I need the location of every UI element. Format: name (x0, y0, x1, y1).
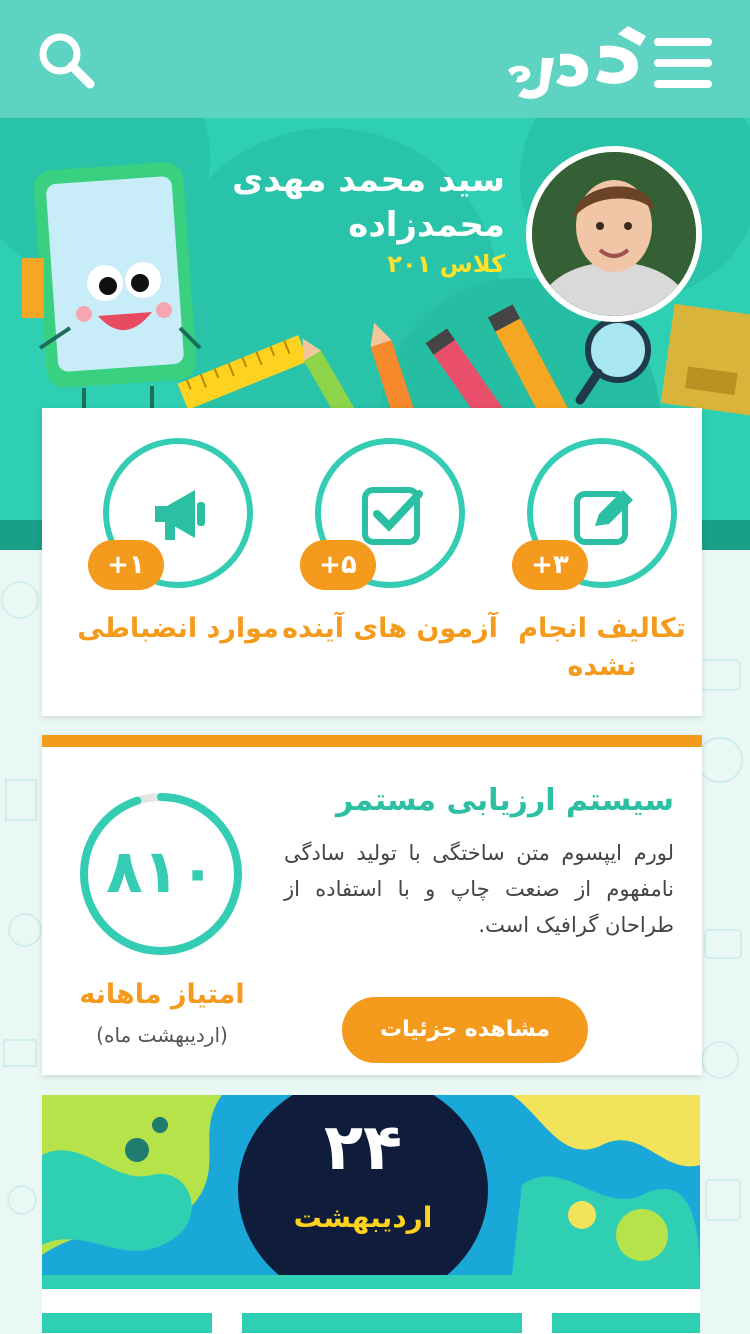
stat-disciplinary[interactable]: +۱ موارد انضباطی (77, 438, 279, 708)
stat-count-badge: +۵ (300, 540, 376, 590)
stat-count-badge: +۱ (88, 540, 164, 590)
stat-label: تکالیف انجام نشده (518, 613, 686, 682)
phone-mascot (22, 162, 202, 418)
stat-homework[interactable]: +۳ تکالیف انجام نشده (502, 438, 702, 708)
evaluation-description: لورم ایپسوم متن ساختگی با تولید سادگی نا… (284, 841, 674, 937)
view-details-button[interactable]: مشاهده جزئیات (342, 997, 588, 1063)
student-avatar[interactable] (526, 146, 702, 322)
evaluation-card: سیستم ارزیابی مستمر لورم ایپسوم متن ساخت… (42, 735, 702, 1075)
date-day: ۲۴ (323, 1111, 403, 1185)
next-card-tile (42, 1313, 212, 1333)
edit-icon (574, 490, 633, 545)
stat-label: موارد انضباطی (77, 613, 279, 644)
hamburger-menu-icon[interactable] (654, 38, 712, 88)
student-name: سید محمد مهدی محمدزاده (232, 160, 505, 245)
search-icon[interactable] (36, 30, 98, 92)
monthly-score-period: (اردیبهشت ماه) (96, 1023, 228, 1047)
top-app-bar (0, 0, 750, 118)
stats-card: +۱ موارد انضباطی +۵ آزمون های آینده +۳ ت… (42, 408, 702, 716)
date-banner[interactable]: ۲۴ اردیبهشت (42, 1095, 700, 1275)
monthly-score-value: ۸۱۰ (106, 837, 216, 907)
next-card-tile (242, 1313, 522, 1333)
date-month: اردیبهشت (293, 1201, 433, 1234)
stat-count-badge: +۳ (512, 540, 588, 590)
megaphone-icon (155, 490, 205, 540)
evaluation-title: سیستم ارزیابی مستمر (335, 783, 674, 818)
student-class: کلاس ۲۰۱ (387, 250, 505, 278)
stat-upcoming-exams[interactable]: +۵ آزمون های آینده (282, 438, 498, 708)
next-card-tile (552, 1313, 700, 1333)
monthly-score-label: امتیاز ماهانه (79, 979, 245, 1010)
stat-label: آزمون های آینده (282, 613, 498, 644)
checkbox-icon (362, 487, 423, 545)
date-banner-strip (42, 1275, 700, 1289)
next-card-peek (42, 1289, 700, 1334)
app-logo[interactable] (500, 18, 650, 104)
